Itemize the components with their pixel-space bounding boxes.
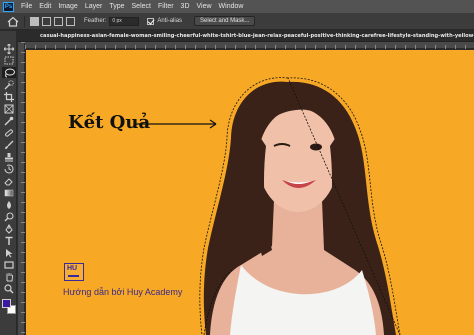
lasso-tool-icon[interactable] xyxy=(2,67,16,78)
pen-tool-icon[interactable] xyxy=(2,223,16,234)
brand-caption: Hướng dẫn bởi Huy Academy xyxy=(63,287,183,297)
add-to-selection-button[interactable] xyxy=(42,16,51,26)
gradient-tool-icon[interactable] xyxy=(2,187,16,198)
history-brush-tool-icon[interactable] xyxy=(2,163,16,174)
menu-select[interactable]: Select xyxy=(132,3,151,10)
menu-filter[interactable]: Filter xyxy=(158,3,174,10)
document-canvas[interactable]: Kết Quả HU Hướng dẫn bởi Huy Academy xyxy=(26,50,474,335)
photoshop-logo: Ps xyxy=(3,1,14,12)
new-selection-button[interactable] xyxy=(30,16,39,26)
zoom-tool-icon[interactable] xyxy=(2,283,16,294)
huy-academy-logo-text: HU xyxy=(67,265,78,272)
home-icon[interactable] xyxy=(7,16,19,27)
menu-type[interactable]: Type xyxy=(109,3,124,10)
marquee-tool-icon[interactable] xyxy=(2,55,16,66)
options-bar: Feather: 0 px Anti-alias Select and Mask… xyxy=(0,13,474,30)
dodge-tool-icon[interactable] xyxy=(2,211,16,222)
hand-tool-icon[interactable] xyxy=(2,271,16,282)
eraser-tool-icon[interactable] xyxy=(2,175,16,186)
menu-image[interactable]: Image xyxy=(58,3,77,10)
options-divider xyxy=(24,15,25,27)
menu-file[interactable]: File xyxy=(21,3,32,10)
move-tool-icon[interactable] xyxy=(2,43,16,54)
eyedropper-tool-icon[interactable] xyxy=(2,115,16,126)
antialias-label: Anti-alias xyxy=(157,18,183,24)
menu-edit[interactable]: Edit xyxy=(39,3,51,10)
huy-academy-logo-bar xyxy=(68,275,79,277)
type-tool-icon[interactable] xyxy=(2,235,16,246)
result-label: Kết Quả xyxy=(68,112,151,133)
document-tab[interactable]: casual-happiness-asian-female-woman-smil… xyxy=(18,31,474,42)
select-and-mask-button[interactable]: Select and Mask... xyxy=(194,16,256,26)
intersect-selection-button[interactable] xyxy=(66,16,75,26)
huy-academy-logo: HU xyxy=(64,263,84,281)
path-select-tool-icon[interactable] xyxy=(2,247,16,258)
vertical-ruler[interactable] xyxy=(18,42,25,335)
healing-brush-tool-icon[interactable] xyxy=(2,127,16,138)
menu-3d[interactable]: 3D xyxy=(181,3,190,10)
menu-layer[interactable]: Layer xyxy=(85,3,103,10)
subtract-selection-button[interactable] xyxy=(54,16,63,26)
blur-tool-icon[interactable] xyxy=(2,199,16,210)
feather-input[interactable]: 0 px xyxy=(109,16,140,26)
menu-view[interactable]: View xyxy=(197,3,212,10)
horizontal-ruler[interactable] xyxy=(25,42,474,49)
brush-tool-icon[interactable] xyxy=(2,139,16,150)
rectangle-tool-icon[interactable] xyxy=(2,259,16,270)
document-title: casual-happiness-asian-female-woman-smil… xyxy=(40,33,474,39)
menu-bar: Ps File Edit Image Layer Type Select Fil… xyxy=(0,0,474,13)
woman-eye-right xyxy=(310,143,322,151)
menu-window[interactable]: Window xyxy=(219,3,244,10)
tools-panel xyxy=(0,31,17,335)
feather-label: Feather: xyxy=(84,18,107,24)
quick-select-tool-icon[interactable] xyxy=(2,79,16,90)
antialias-checkbox[interactable] xyxy=(147,17,155,25)
woman-face xyxy=(258,108,338,212)
frame-tool-icon[interactable] xyxy=(2,103,16,114)
color-swatches xyxy=(2,299,16,315)
clone-stamp-tool-icon[interactable] xyxy=(2,151,16,162)
crop-tool-icon[interactable] xyxy=(2,91,16,102)
foreground-color-swatch[interactable] xyxy=(2,299,11,308)
